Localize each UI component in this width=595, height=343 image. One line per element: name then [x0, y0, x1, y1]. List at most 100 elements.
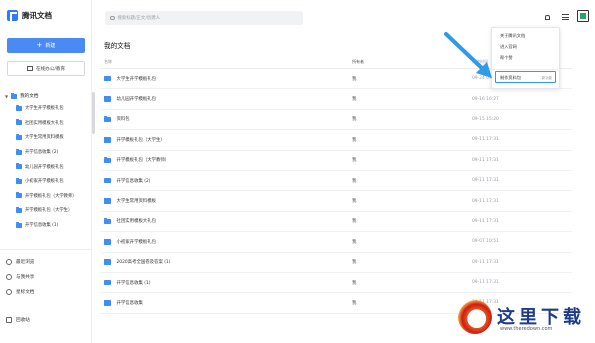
- bell-icon[interactable]: [545, 15, 550, 20]
- sidebar-link-label: 与我共享: [16, 275, 35, 280]
- sidebar: 腾讯文档 + 新建 在线办公/教育 ▼ 我的文档 大学生开学模板礼包 社团实用模…: [0, 0, 92, 343]
- clock-icon: [6, 259, 12, 265]
- menu-item-website[interactable]: 进入官网: [500, 44, 517, 50]
- table-row[interactable]: 幼儿园开学模板礼包 我 09-16 16:27: [100, 89, 572, 110]
- menu-item-like[interactable]: 帮个赞: [500, 55, 513, 61]
- sidebar-link-label: 回收站: [16, 318, 30, 323]
- folder-icon: [104, 198, 111, 204]
- tree-item-label: 大学生常用资料模板: [25, 135, 64, 141]
- folder-icon: [104, 157, 111, 163]
- users-icon: [6, 274, 12, 280]
- row-time: 09-11 17:31: [472, 178, 499, 184]
- tree-item-label: 开学模板礼包（大学教师）: [25, 193, 77, 199]
- table-row[interactable]: 开学模板礼包（大学教师） 我 09-11 17:31: [100, 151, 572, 171]
- search-input[interactable]: 搜索标题/正文/创建人: [105, 11, 303, 25]
- top-bar: 搜索标题/正文/创建人: [96, 0, 595, 30]
- page-title: 我的文档: [104, 42, 131, 50]
- row-time: 09-11 17:31: [472, 137, 499, 143]
- row-name: 社团实用模板大礼包: [116, 219, 157, 225]
- avatar[interactable]: [577, 10, 589, 22]
- table-row[interactable]: 社团实用模板大礼包 我 09-11 17:31: [100, 212, 572, 233]
- row-time: 09-16 16:27: [472, 96, 499, 102]
- folder-icon: [104, 279, 111, 286]
- table-row[interactable]: 2020高考全国卷及答案 (1) 我 09-11 17:31: [100, 253, 572, 273]
- menu-item-about[interactable]: 关于腾讯文档: [500, 33, 525, 39]
- plus-icon: +: [36, 41, 43, 49]
- new-button[interactable]: + 新建: [7, 38, 85, 53]
- tree-item[interactable]: 开学模板礼包（大学教师）: [0, 189, 92, 204]
- row-time: 09-11 17:31: [472, 157, 499, 163]
- folder-icon: [16, 192, 22, 199]
- tree-item-label: 小初家开学模板礼包: [25, 179, 64, 185]
- tree-item[interactable]: 开学信息收集 (2): [0, 145, 92, 160]
- row-name: 开学模板礼包（大学教师）: [116, 158, 170, 164]
- folder-icon: [11, 92, 18, 99]
- menu-icon[interactable]: [562, 14, 569, 20]
- watermark-url: www.theredown.com: [500, 326, 553, 332]
- folder-icon: [16, 221, 22, 228]
- tree-item[interactable]: 开学模板礼包（大学生）: [0, 203, 92, 218]
- tree-root-my-docs[interactable]: ▼ 我的文档: [0, 91, 92, 101]
- row-time: 09-11 17:31: [472, 198, 499, 204]
- sidebar-link-recent[interactable]: 最近浏览: [6, 259, 34, 265]
- row-owner: 我: [352, 280, 357, 286]
- row-name-cell: 大学生常用资料模板: [100, 198, 352, 204]
- row-owner: 我: [352, 219, 357, 225]
- table-row[interactable]: 开学信息收集 (1) 我 09-11 17:31: [100, 273, 572, 294]
- new-feature-badge: 新功能: [541, 76, 552, 80]
- online-office-label: 在线办公/教育: [35, 66, 66, 72]
- folder-icon: [104, 299, 111, 306]
- folder-icon: [104, 75, 111, 82]
- row-owner: 我: [352, 260, 357, 266]
- row-name: 小初家开学模板礼包: [116, 239, 157, 245]
- watermark-logo-icon: [458, 300, 492, 334]
- row-name-cell: 幼儿园开学模板礼包: [100, 96, 352, 102]
- folder-icon: [104, 136, 111, 143]
- online-office-button[interactable]: 在线办公/教育: [7, 61, 85, 76]
- row-name-cell: 开学信息收集 (2): [100, 177, 352, 184]
- monitor-icon: [26, 66, 33, 71]
- row-time: 09-11 17:31: [472, 280, 499, 286]
- folder-icon: [16, 148, 22, 155]
- sidebar-scrollbar[interactable]: [92, 92, 95, 134]
- row-name: 大学生常用资料模板: [116, 199, 157, 205]
- row-time: 09-15 15:20: [472, 116, 499, 122]
- caret-down-icon[interactable]: ▼: [5, 94, 8, 99]
- sidebar-link-shared[interactable]: 与我共享: [6, 274, 34, 280]
- table-row[interactable]: 大学生常用资料模板 我 09-11 17:31: [100, 191, 572, 212]
- table-row[interactable]: 开学模板礼包（大学生） 我 09-11 17:31: [100, 130, 572, 151]
- row-name-cell: 开学信息收集: [100, 299, 352, 306]
- row-owner: 我: [352, 117, 357, 123]
- sidebar-link-starred[interactable]: 星标文档: [6, 289, 34, 295]
- row-name: 资料包: [116, 117, 130, 123]
- row-owner: 我: [352, 300, 357, 306]
- row-name-cell: 小初家开学模板礼包: [100, 238, 352, 245]
- tree-item-label: 开学模板礼包（大学生）: [25, 208, 73, 214]
- row-name: 开学信息收集 (1): [116, 280, 151, 286]
- table-row[interactable]: 资料包 我 09-15 15:20: [100, 110, 572, 131]
- row-time: 09-11 17:31: [472, 259, 499, 265]
- app-logo[interactable]: 腾讯文档: [0, 0, 91, 30]
- folder-icon: [104, 177, 111, 184]
- column-header-name[interactable]: 名称: [100, 59, 352, 65]
- tree-item[interactable]: 小初家开学模板礼包: [0, 174, 92, 189]
- row-name-cell: 开学模板礼包（大学教师）: [100, 157, 352, 163]
- search-placeholder: 搜索标题/正文/创建人: [117, 16, 160, 21]
- sidebar-link-trash[interactable]: 回收站: [6, 317, 30, 323]
- tree-item-label: 开学信息收集 (1): [25, 223, 59, 229]
- menu-item-make-package[interactable]: 制作资料包 新功能: [495, 71, 556, 83]
- table-row[interactable]: 开学信息收集 (2) 我 09-11 17:31: [100, 171, 572, 192]
- row-owner: 我: [352, 158, 357, 164]
- row-name-cell: 2020高考全国卷及答案 (1): [100, 259, 352, 265]
- tree-item[interactable]: 幼儿园开学模板礼包: [0, 159, 92, 174]
- tree-item[interactable]: 大学生开学模板礼包: [0, 101, 92, 116]
- row-owner: 我: [352, 97, 357, 103]
- tree-item[interactable]: 社团实用模板大礼包: [0, 116, 92, 131]
- row-name-cell: 开学信息收集 (1): [100, 279, 352, 286]
- annotation-arrow-icon: [444, 32, 492, 78]
- tree-item[interactable]: 开学信息收集 (1): [0, 218, 92, 233]
- row-name: 大学生开学模板礼包: [116, 76, 157, 82]
- trash-icon: [6, 317, 12, 323]
- tree-item[interactable]: 大学生常用资料模板: [0, 130, 92, 145]
- table-row[interactable]: 小初家开学模板礼包 我 09-07 10:51: [100, 232, 572, 253]
